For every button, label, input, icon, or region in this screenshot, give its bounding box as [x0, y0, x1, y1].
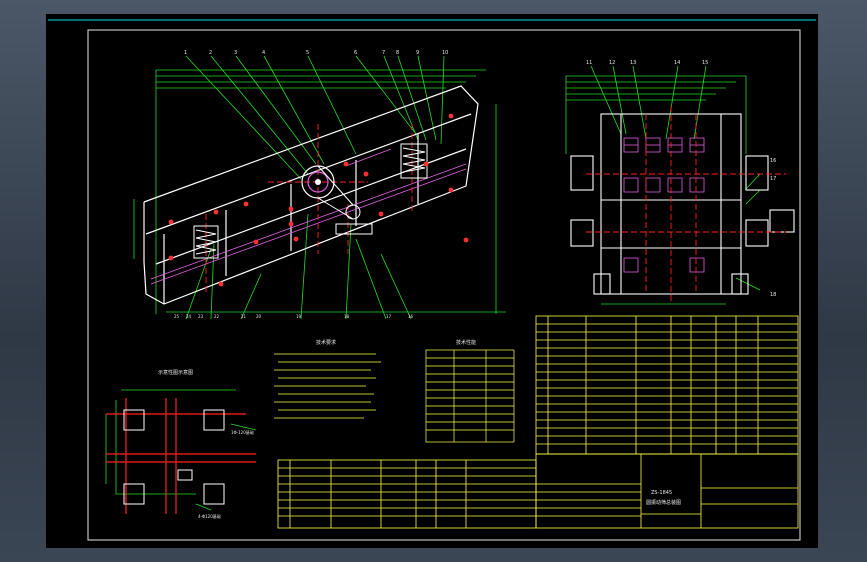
svg-text:15: 15 — [702, 60, 708, 66]
svg-text:19: 19 — [296, 314, 302, 319]
title-block-name: ZS-1845 — [651, 490, 672, 496]
foundation-view: 示意性图示意图 1Φ-120基础 4-Φ120基础 — [105, 369, 257, 519]
svg-text:13: 13 — [630, 60, 636, 66]
svg-text:17: 17 — [770, 176, 776, 182]
svg-text:17: 17 — [386, 314, 392, 319]
bom-table-left — [277, 459, 537, 529]
foundation-note-2: 4-Φ120基础 — [198, 513, 221, 519]
svg-text:2: 2 — [209, 50, 212, 56]
svg-text:14: 14 — [674, 60, 680, 66]
side-view: 11 12 13 14 15 16 17 18 — [565, 60, 795, 305]
foundation-note-1: 1Φ-120基础 — [231, 429, 254, 435]
main-view: 1 2 3 4 5 6 7 8 9 10 25 24 23 22 21 20 19 18 17 16 — [133, 50, 506, 320]
svg-text:1: 1 — [184, 50, 187, 56]
svg-text:16: 16 — [408, 314, 414, 319]
svg-text:23: 23 — [198, 314, 204, 319]
svg-text:5: 5 — [306, 50, 309, 56]
drawing-frame — [87, 29, 801, 541]
svg-text:18: 18 — [770, 292, 776, 298]
drawing-canvas[interactable]: 12 34 56 78 9 10 25 24 23 22 21 20 19 18 17 16 — [46, 14, 818, 548]
svg-text:22: 22 — [214, 314, 220, 319]
svg-text:3: 3 — [234, 50, 237, 56]
title-block: ZS-1845 圆振动筛总装图 — [535, 453, 799, 529]
svg-text:24: 24 — [186, 314, 192, 319]
svg-text:4: 4 — [262, 50, 265, 56]
svg-text:12: 12 — [609, 60, 615, 66]
svg-text:25: 25 — [174, 314, 180, 319]
svg-text:6: 6 — [354, 50, 357, 56]
svg-text:9: 9 — [416, 50, 419, 56]
assembly-drawing-svg: 12 34 56 78 9 10 25 24 23 22 21 20 19 18 17 16 — [48, 19, 816, 541]
cad-viewport[interactable]: 12 34 56 78 9 10 25 24 23 22 21 20 19 18 17 16 — [0, 0, 867, 562]
svg-text:7: 7 — [382, 50, 385, 56]
svg-text:10: 10 — [442, 50, 448, 56]
title-block-subtitle: 圆振动筛总装图 — [646, 499, 681, 506]
bom-table-right — [535, 315, 799, 455]
svg-text:16: 16 — [770, 158, 776, 164]
tech-notes: 技术要求 技术性能 — [274, 339, 515, 443]
tech-requirements-title: 技术要求 — [316, 339, 336, 346]
svg-text:8: 8 — [396, 50, 399, 56]
foundation-title: 示意性图示意图 — [158, 369, 193, 376]
svg-text:20: 20 — [256, 314, 262, 319]
svg-text:11: 11 — [586, 60, 592, 66]
svg-text:21: 21 — [241, 314, 247, 319]
tech-specs-title: 技术性能 — [456, 339, 476, 346]
svg-text:18: 18 — [344, 314, 350, 319]
